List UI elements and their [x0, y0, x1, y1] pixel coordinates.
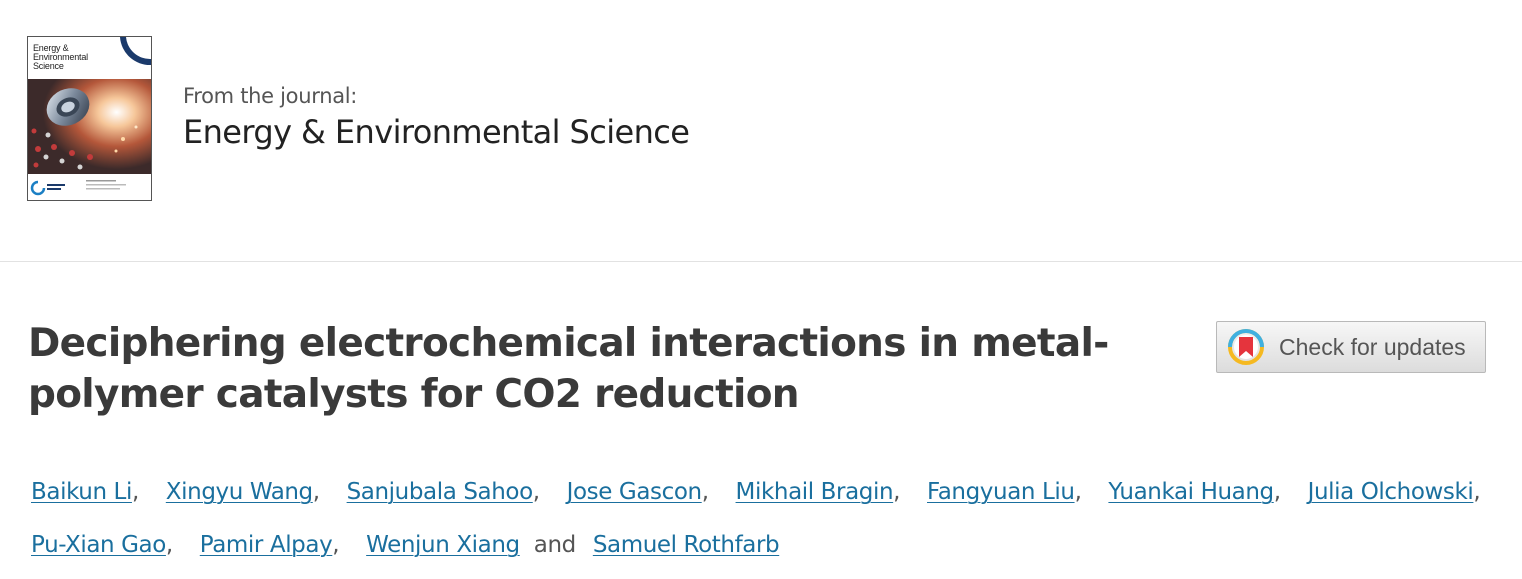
cover-corner-arc — [120, 37, 151, 66]
author-separator: , — [893, 479, 901, 505]
check-for-updates-button[interactable]: Check for updates — [1216, 321, 1486, 373]
author-link[interactable]: Yuankai Huang — [1108, 479, 1274, 505]
author-separator: , — [332, 532, 340, 558]
author-separator: , — [1074, 479, 1082, 505]
author-conjunction: and — [533, 532, 576, 558]
article-page: Energy & Environmental Science From the … — [0, 0, 1522, 579]
journal-header: Energy & Environmental Science From the … — [0, 0, 1522, 262]
crossmark-icon — [1228, 329, 1264, 365]
author-separator: , — [1273, 479, 1281, 505]
author-separator: , — [532, 479, 540, 505]
article-title-line-1: Deciphering electrochemical interactions… — [28, 321, 1109, 366]
author-separator: , — [312, 479, 320, 505]
author-link[interactable]: Xingyu Wang — [166, 479, 313, 505]
author-link[interactable]: Mikhail Bragin — [736, 479, 894, 505]
journal-intro-label: From the journal: — [183, 84, 358, 108]
author-list: Baikun Li, Xingyu Wang, Sanjubala Sahoo,… — [28, 466, 1508, 572]
article-title-line-2: polymer catalysts for CO2 reduction — [28, 372, 800, 417]
journal-cover-image[interactable]: Energy & Environmental Science — [27, 36, 152, 201]
article-title: Deciphering electrochemical interactions… — [28, 318, 1158, 420]
author-separator: , — [1473, 479, 1481, 505]
author-link[interactable]: Wenjun Xiang — [366, 532, 520, 558]
rsc-logo — [28, 174, 151, 200]
author-separator: , — [165, 532, 173, 558]
author-separator: , — [701, 479, 709, 505]
author-link[interactable]: Samuel Rothfarb — [593, 532, 780, 558]
author-link[interactable]: Pu-Xian Gao — [31, 532, 166, 558]
check-for-updates-label: Check for updates — [1279, 334, 1466, 360]
cover-artwork — [28, 79, 151, 174]
author-link[interactable]: Pamir Alpay — [200, 532, 333, 558]
header-divider — [0, 261, 1522, 262]
author-link[interactable]: Sanjubala Sahoo — [347, 479, 534, 505]
author-separator: , — [131, 479, 139, 505]
author-link[interactable]: Julia Olchowski — [1308, 479, 1474, 505]
author-link[interactable]: Fangyuan Liu — [927, 479, 1075, 505]
journal-name[interactable]: Energy & Environmental Science — [183, 113, 690, 151]
author-link[interactable]: Jose Gascon — [567, 479, 702, 505]
author-link[interactable]: Baikun Li — [31, 479, 132, 505]
